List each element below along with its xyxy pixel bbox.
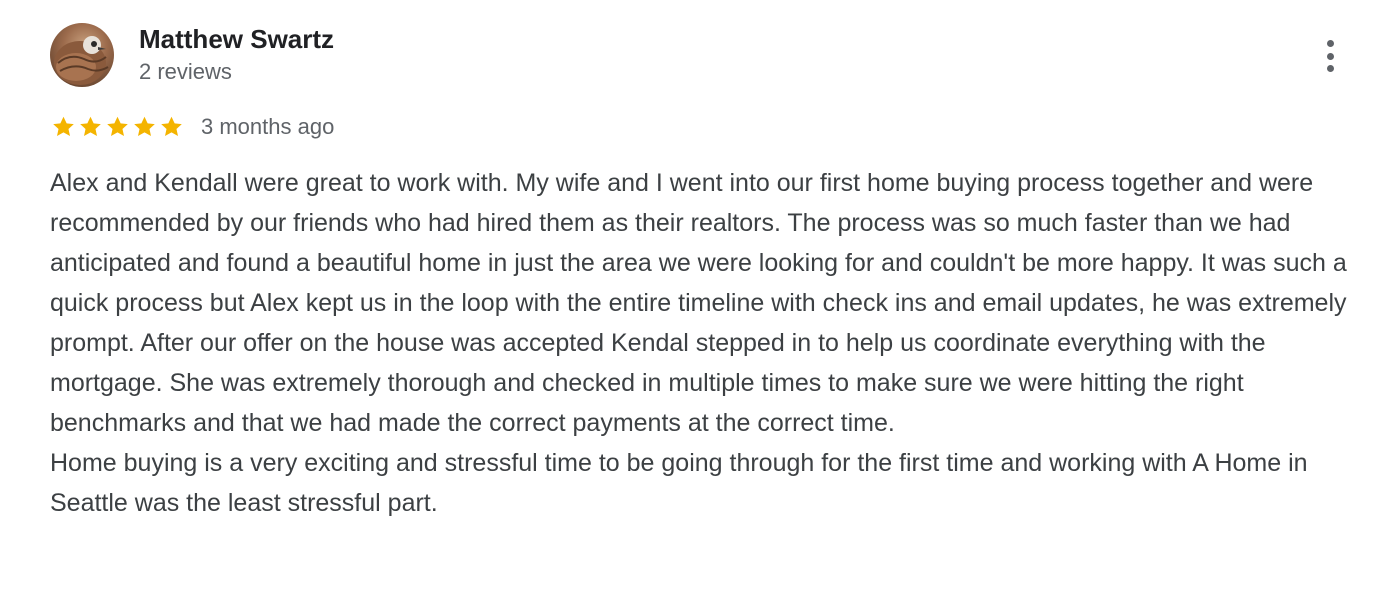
review-paragraph: Home buying is a very exciting and stres… [50, 449, 1315, 517]
star-icon [161, 116, 182, 136]
review-count: 2 reviews [139, 59, 232, 84]
review-text: Alex and Kendall were great to work with… [50, 163, 1350, 523]
reviewer-name[interactable]: Matthew Swartz [139, 24, 334, 55]
star-icon [134, 116, 155, 136]
star-icon [53, 116, 74, 136]
avatar-photo-icon [54, 36, 109, 85]
more-vertical-icon [1326, 65, 1334, 72]
more-vertical-icon [1326, 52, 1334, 60]
rating-row: 3 months ago [50, 113, 334, 141]
star-icon [107, 116, 128, 136]
review-date: 3 months ago [201, 114, 335, 139]
more-options-button[interactable] [1312, 36, 1348, 76]
star-rating [50, 114, 185, 140]
review-card: Matthew Swartz 2 reviews 3 months ago Al… [0, 0, 1386, 594]
star-icon [80, 116, 101, 136]
more-vertical-icon [1326, 40, 1334, 47]
review-paragraph: Alex and Kendall were great to work with… [50, 169, 1354, 437]
avatar[interactable] [50, 23, 114, 87]
